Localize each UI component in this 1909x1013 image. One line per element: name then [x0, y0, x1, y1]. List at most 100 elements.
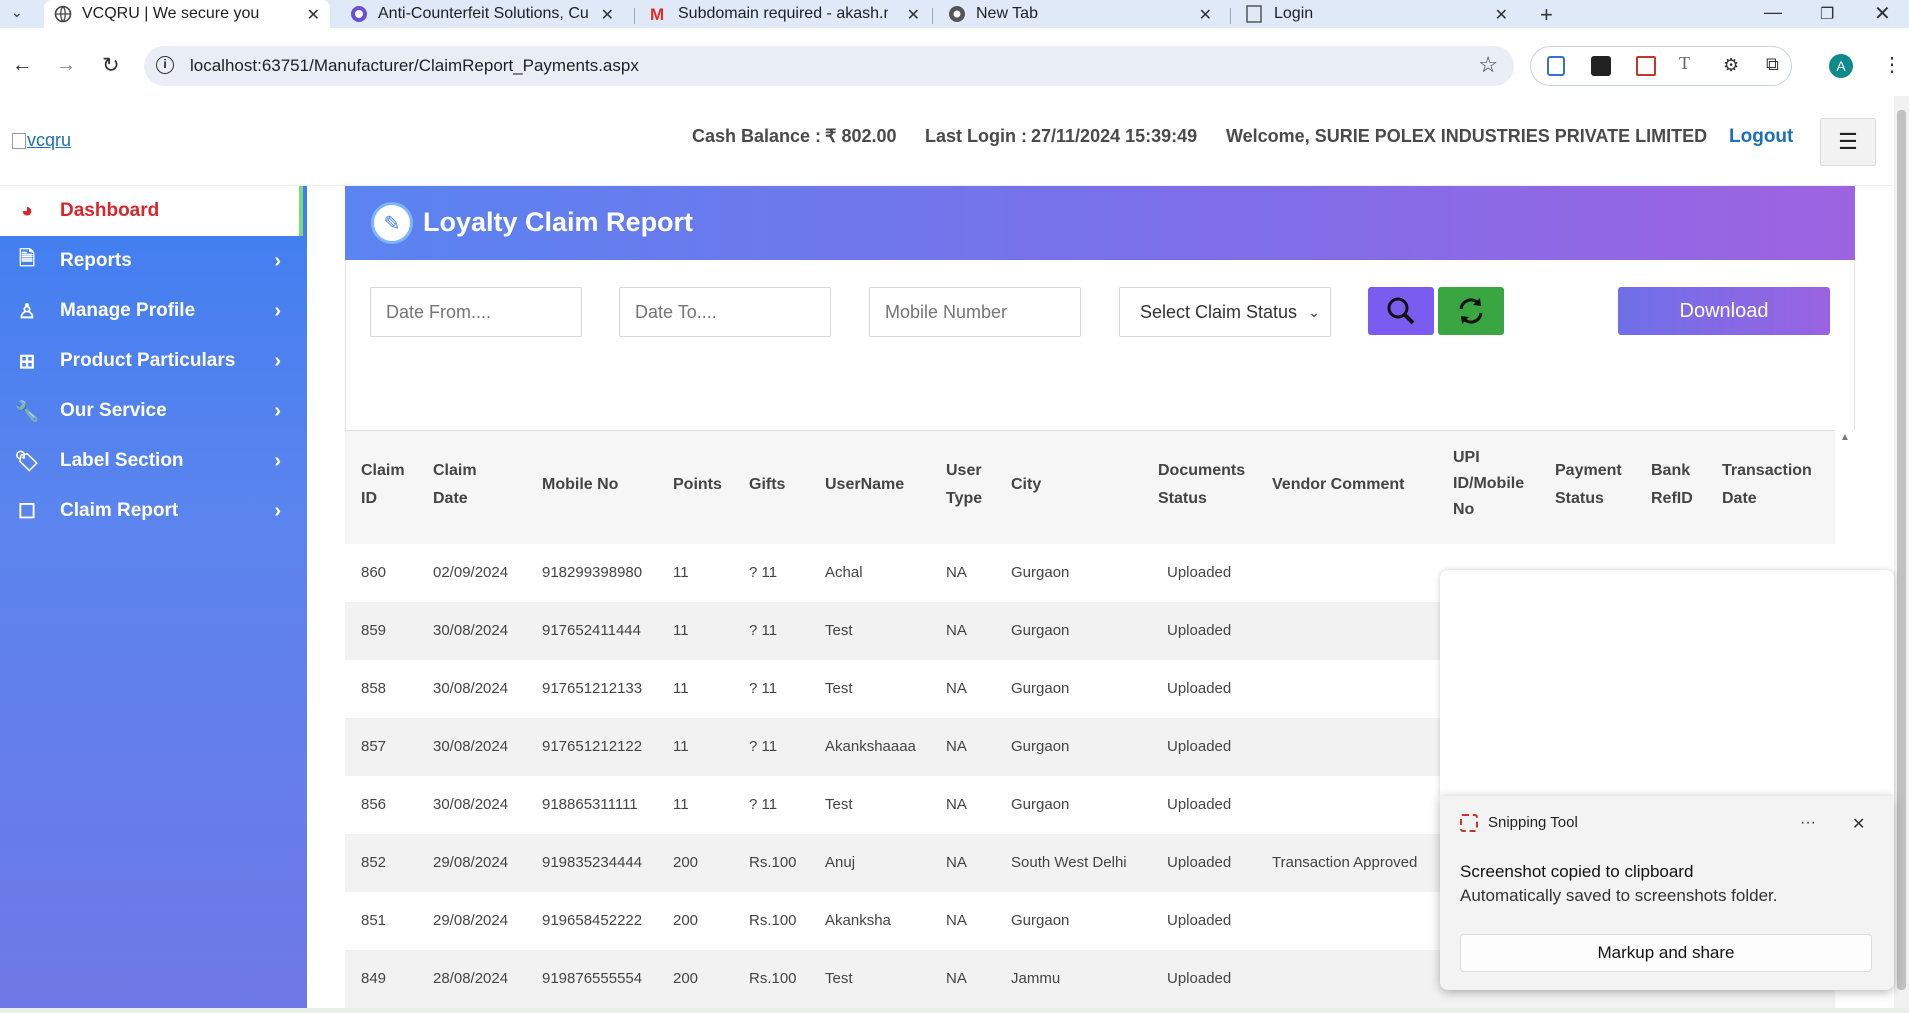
extension-icon[interactable]: T — [1679, 53, 1690, 74]
cell-date: 30/08/2024 — [433, 622, 509, 639]
cell-mobile: 917651212122 — [542, 738, 643, 755]
search-icon — [1387, 297, 1415, 325]
notification-close-icon[interactable]: ✕ — [1852, 814, 1865, 834]
sidebar-item-reports[interactable]: 🗎 Reports › — [0, 236, 303, 286]
tab-login[interactable]: Login ✕ — [1236, 0, 1518, 28]
date-from-input[interactable] — [370, 287, 582, 337]
cash-balance-label: Cash Balance : — [692, 126, 822, 146]
sidebar-item-dashboard[interactable]: ◕ Dashboard — [0, 186, 303, 236]
browser-menu-icon[interactable]: ⋮ — [1882, 52, 1902, 77]
scrollbar-thumb[interactable] — [1897, 110, 1906, 990]
close-icon[interactable]: ✕ — [1495, 5, 1508, 25]
refresh-button[interactable] — [1438, 287, 1504, 335]
vcqru-favicon-icon — [350, 5, 368, 23]
th-line: Transaction — [1722, 462, 1812, 479]
bookmark-star-icon[interactable]: ☆ — [1478, 52, 1498, 78]
close-icon[interactable]: ✕ — [601, 5, 614, 25]
extension-icon[interactable]: ⚙ — [1723, 55, 1739, 76]
mobile-number-input[interactable] — [869, 287, 1081, 337]
extension-icon[interactable] — [1591, 56, 1611, 76]
new-tab-plus-icon[interactable]: + — [1540, 2, 1553, 28]
cell-points: 11 — [673, 738, 689, 755]
forward-icon[interactable]: → — [56, 54, 76, 77]
site-info-icon[interactable]: i — [156, 56, 174, 74]
th-mobile[interactable]: Mobile No — [542, 471, 618, 499]
tab-search-icon[interactable]: ⌄ — [11, 4, 23, 21]
claim-status-select[interactable]: Select Claim Status ⌄ — [1119, 287, 1331, 337]
cell-mobile: 917652411444 — [542, 622, 641, 639]
cell-points: 200 — [673, 970, 699, 987]
cell-username: Test — [825, 622, 853, 639]
th-bank-refid[interactable]: Bank RefID — [1651, 457, 1693, 513]
th-vendor-comment[interactable]: Vendor Comment — [1272, 471, 1404, 499]
tab-vcqru[interactable]: VCQRU | We secure you ✕ — [44, 0, 330, 28]
logo[interactable]: vcqru — [12, 130, 71, 151]
cell-mobile: 918299398980 — [542, 564, 643, 581]
cell-type: NA — [946, 912, 967, 929]
sidebar-item-label: Reports — [60, 250, 132, 271]
cell-id: 856 — [361, 796, 387, 813]
th-claim-id[interactable]: Claim ID — [361, 457, 405, 513]
cell-city: Gurgaon — [1011, 622, 1070, 639]
cell-mobile: 919835234444 — [542, 854, 643, 871]
tab-gmail[interactable]: M Subdomain required - akash.m ✕ — [640, 0, 930, 28]
th-user-type[interactable]: User Type — [946, 457, 982, 513]
cell-type: NA — [946, 564, 967, 581]
download-button[interactable]: Download — [1618, 287, 1830, 335]
th-payment-status[interactable]: Payment Status — [1555, 457, 1622, 513]
chevron-down-icon: ⌄ — [1308, 303, 1320, 320]
th-city[interactable]: City — [1011, 471, 1041, 499]
tab-new-tab[interactable]: New Tab ✕ — [938, 0, 1222, 28]
sidebar-item-product-particulars[interactable]: ⊞ Product Particulars › — [0, 336, 303, 386]
back-icon[interactable]: ← — [12, 54, 32, 77]
restore-icon[interactable]: ❐ — [1820, 4, 1834, 24]
close-icon[interactable]: ✕ — [1199, 5, 1212, 25]
address-bar[interactable]: i localhost:63751/Manufacturer/ClaimRepo… — [144, 46, 1514, 86]
cell-gifts: Rs.100 — [749, 854, 797, 871]
search-button[interactable] — [1368, 287, 1434, 335]
more-options-icon[interactable]: ··· — [1800, 814, 1816, 832]
th-upi[interactable]: UPI ID/Mobile No — [1453, 445, 1524, 523]
date-to-input[interactable] — [619, 287, 831, 337]
scroll-up-arrow-icon[interactable]: ▲ — [1840, 432, 1850, 443]
sidebar-item-our-service[interactable]: 🔧 Our Service › — [0, 386, 303, 436]
th-line: Claim — [361, 462, 405, 479]
th-points[interactable]: Points — [673, 471, 722, 499]
th-line: UPI — [1453, 449, 1480, 466]
th-line: Status — [1158, 490, 1207, 507]
wrench-icon: 🔧 — [14, 400, 40, 423]
logout-link[interactable]: Logout — [1729, 126, 1793, 148]
window-close-icon[interactable]: ✕ — [1874, 1, 1891, 26]
sidebar-item-label: Product Particulars — [60, 350, 236, 371]
minimize-icon[interactable]: — — [1764, 2, 1782, 23]
th-documents[interactable]: Documents Status — [1158, 457, 1245, 513]
th-transaction-date[interactable]: Transaction Date — [1722, 457, 1812, 513]
th-gifts[interactable]: Gifts — [749, 471, 785, 499]
sidebar-item-manage-profile[interactable]: ♙ Manage Profile › — [0, 286, 303, 336]
sidebar-item-label: Label Section — [60, 450, 184, 471]
extension-icon[interactable] — [1547, 56, 1565, 76]
th-claim-date[interactable]: Claim Date — [433, 457, 477, 513]
tab-title: Subdomain required - akash.m — [678, 5, 888, 22]
hamburger-menu-button[interactable]: ☰ — [1820, 118, 1876, 166]
close-icon[interactable]: ✕ — [307, 5, 320, 25]
snipping-tool-icon — [1460, 814, 1478, 832]
cell-comment: Transaction Approved — [1272, 854, 1418, 871]
dashboard-icon: ◕ — [20, 199, 34, 222]
sidebar-item-label-section[interactable]: 🏷 Label Section › — [0, 436, 303, 486]
chevron-right-icon: › — [274, 299, 281, 322]
reload-icon[interactable]: ↻ — [102, 53, 120, 78]
markup-and-share-button[interactable]: Markup and share — [1460, 934, 1872, 972]
close-icon[interactable]: ✕ — [907, 5, 920, 25]
th-username[interactable]: UserName — [825, 471, 904, 499]
th-line: Type — [946, 490, 983, 507]
extension-icon[interactable] — [1636, 56, 1656, 76]
notification-title: Screenshot copied to clipboard — [1460, 862, 1694, 881]
sidebar-item-claim-report[interactable]: ☐ Claim Report › — [0, 486, 303, 536]
puzzle-icon[interactable]: ⧉ — [1766, 54, 1779, 75]
cell-username: Test — [825, 796, 853, 813]
tab-anti-counterfeit[interactable]: Anti-Counterfeit Solutions, Cust ✕ — [340, 0, 624, 28]
cell-docs: Uploaded — [1167, 854, 1232, 871]
profile-avatar[interactable]: A — [1829, 54, 1853, 78]
chevron-right-icon: › — [274, 349, 281, 372]
